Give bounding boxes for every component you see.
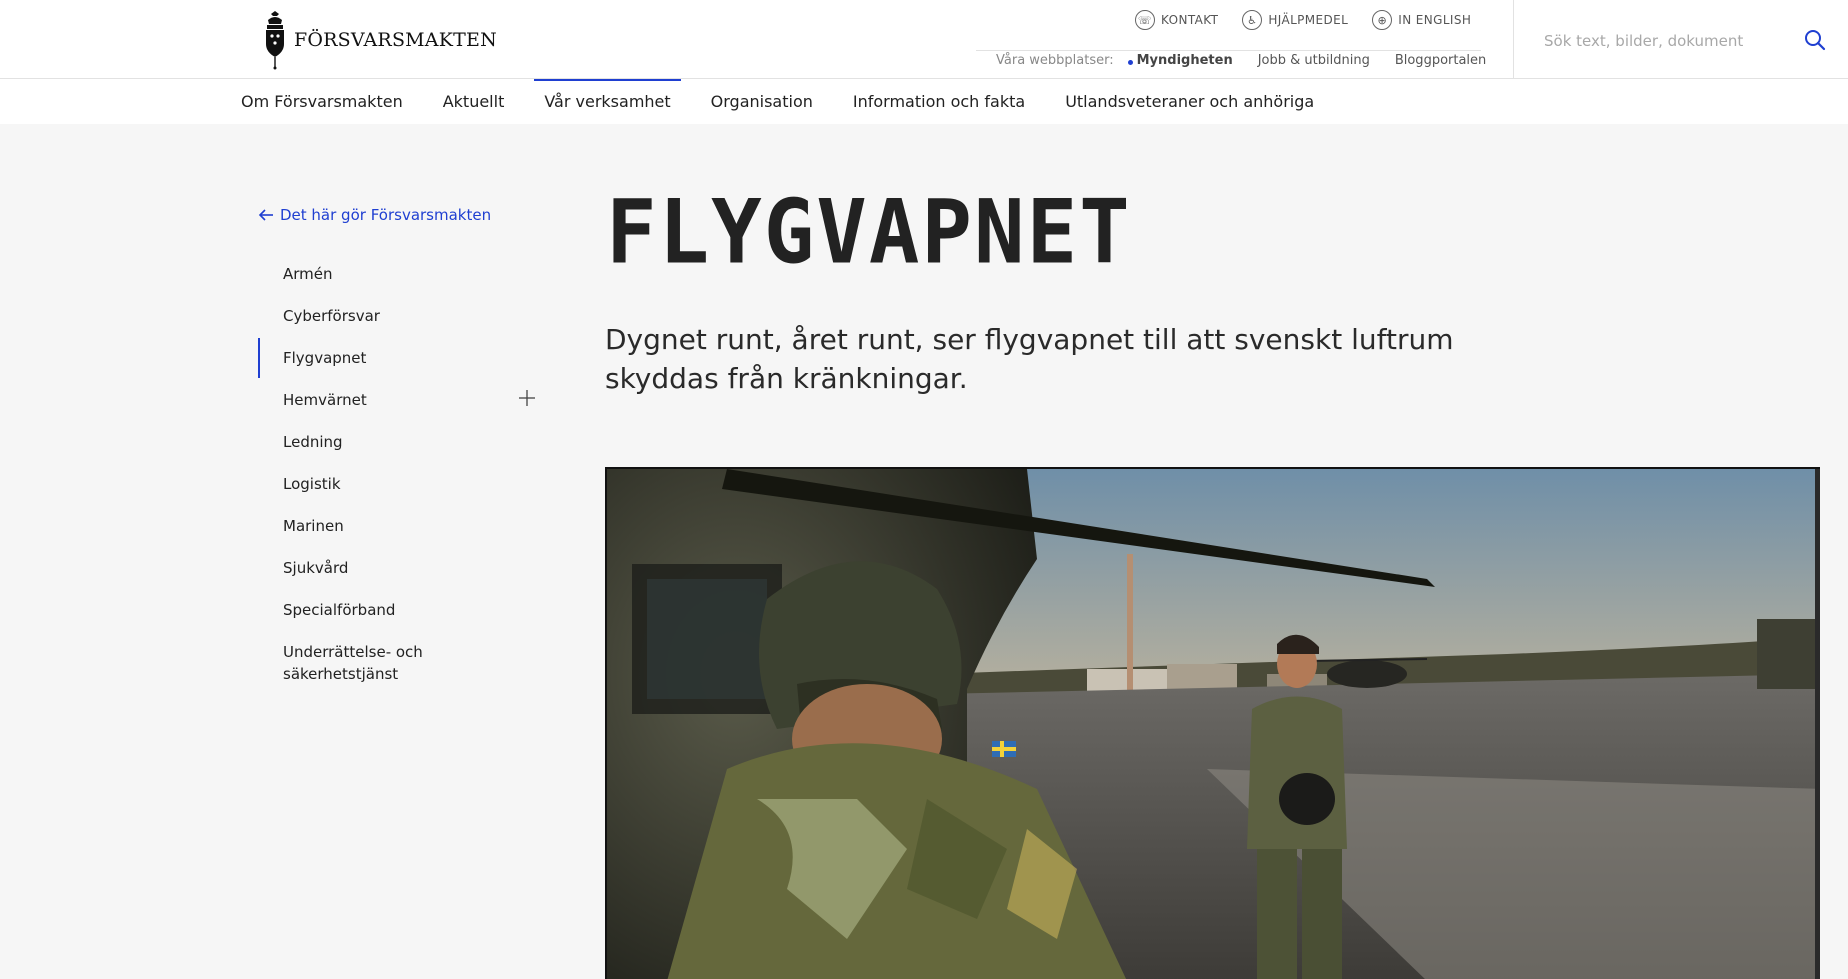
sidebar-item-underrattelse[interactable]: Underrättelse- och säkerhetstjänst [258,641,428,685]
sidebar-item-flygvapnet[interactable]: Flygvapnet [258,338,548,389]
lead-paragraph: Dygnet runt, året runt, ser flygvapnet t… [605,323,1454,395]
site-link-myndigheten[interactable]: Myndigheten [1127,53,1233,68]
sidebar-item-logistik[interactable]: Logistik [258,473,548,515]
hero-image [605,467,1820,979]
sidebar-item-label: Underrättelse- och säkerhetstjänst [283,643,423,683]
hero-photo-illustration [607,469,1820,979]
english-link[interactable]: ⊕ IN ENGLISH [1372,10,1471,30]
sites-label: Våra webbplatser: [996,53,1114,68]
sidebar-item-label: Marinen [283,517,344,535]
nav-item-utlandsveteraner[interactable]: Utlandsveteraner och anhöriga [1065,79,1314,124]
crown-shield-logo-icon [266,11,284,70]
globe-icon: ⊕ [1372,10,1393,30]
main-nav: Om Försvarsmakten Aktuellt Vår verksamhe… [0,79,1848,124]
sidebar-item-hemvarnet[interactable]: Hemvärnet [258,389,548,431]
brand-logo[interactable]: FÖRSVARSMAKTEN [262,10,497,70]
sidebar-item-cyberforsvar[interactable]: Cyberförsvar [258,305,548,347]
site-link-jobb[interactable]: Jobb & utbildning [1258,53,1370,68]
sidebar-item-specialforband[interactable]: Specialförband [258,599,548,641]
nav-item-var-verksamhet[interactable]: Vår verksamhet [534,79,681,124]
phone-icon: ☏ [1135,10,1155,30]
utility-links: ☏ KONTAKT ♿ HJÄLPMEDEL ⊕ IN ENGLISH [1135,10,1471,30]
english-label: IN ENGLISH [1398,13,1472,27]
back-link-label: Det här gör Försvarsmakten [280,206,492,224]
nav-item-organisation[interactable]: Organisation [711,79,813,124]
sidebar-item-label: Cyberförsvar [283,307,380,325]
sidebar-item-label: Logistik [283,475,341,493]
sidebar-item-label: Armén [283,265,333,283]
arrow-left-icon [258,209,273,221]
search-area [1513,0,1848,79]
site-link-blogg[interactable]: Bloggportalen [1395,53,1486,68]
nav-item-information[interactable]: Information och fakta [853,79,1025,124]
sidebar-item-armen[interactable]: Armén [258,263,548,305]
sidebar-item-ledning[interactable]: Ledning [258,431,548,473]
sites-bar: Våra webbplatser: Myndigheten Jobb & utb… [976,50,1486,68]
sidebar-item-sjukvard[interactable]: Sjukvård [258,557,548,599]
brand-name: FÖRSVARSMAKTEN [294,29,497,51]
sidebar-item-label: Specialförband [283,601,396,619]
back-link[interactable]: Det här gör Försvarsmakten [258,206,491,224]
nav-item-aktuellt[interactable]: Aktuellt [443,79,505,124]
accessibility-icon: ♿ [1242,10,1263,30]
search-icon[interactable] [1802,28,1826,52]
sidebar-item-marinen[interactable]: Marinen [258,515,548,557]
expand-plus-icon[interactable] [518,389,536,407]
accessibility-label: HJÄLPMEDEL [1268,13,1349,27]
accessibility-link[interactable]: ♿ HJÄLPMEDEL [1242,10,1348,30]
sidebar-item-label: Flygvapnet [283,349,367,367]
sidebar-menu: Armén Cyberförsvar Flygvapnet Hemvärnet … [258,263,548,685]
search-input[interactable] [1544,26,1794,56]
page-title: FLYGVAPNET [606,180,1132,284]
sidebar-item-label: Sjukvård [283,559,349,577]
contact-label: KONTAKT [1161,13,1219,27]
nav-item-om[interactable]: Om Försvarsmakten [241,79,403,124]
site-header: FÖRSVARSMAKTEN ☏ KONTAKT ♿ HJÄLPMEDEL ⊕ … [0,0,1848,79]
contact-link[interactable]: ☏ KONTAKT [1135,10,1218,30]
sidebar-item-label: Hemvärnet [283,391,367,409]
sidebar-item-label: Ledning [283,433,343,451]
